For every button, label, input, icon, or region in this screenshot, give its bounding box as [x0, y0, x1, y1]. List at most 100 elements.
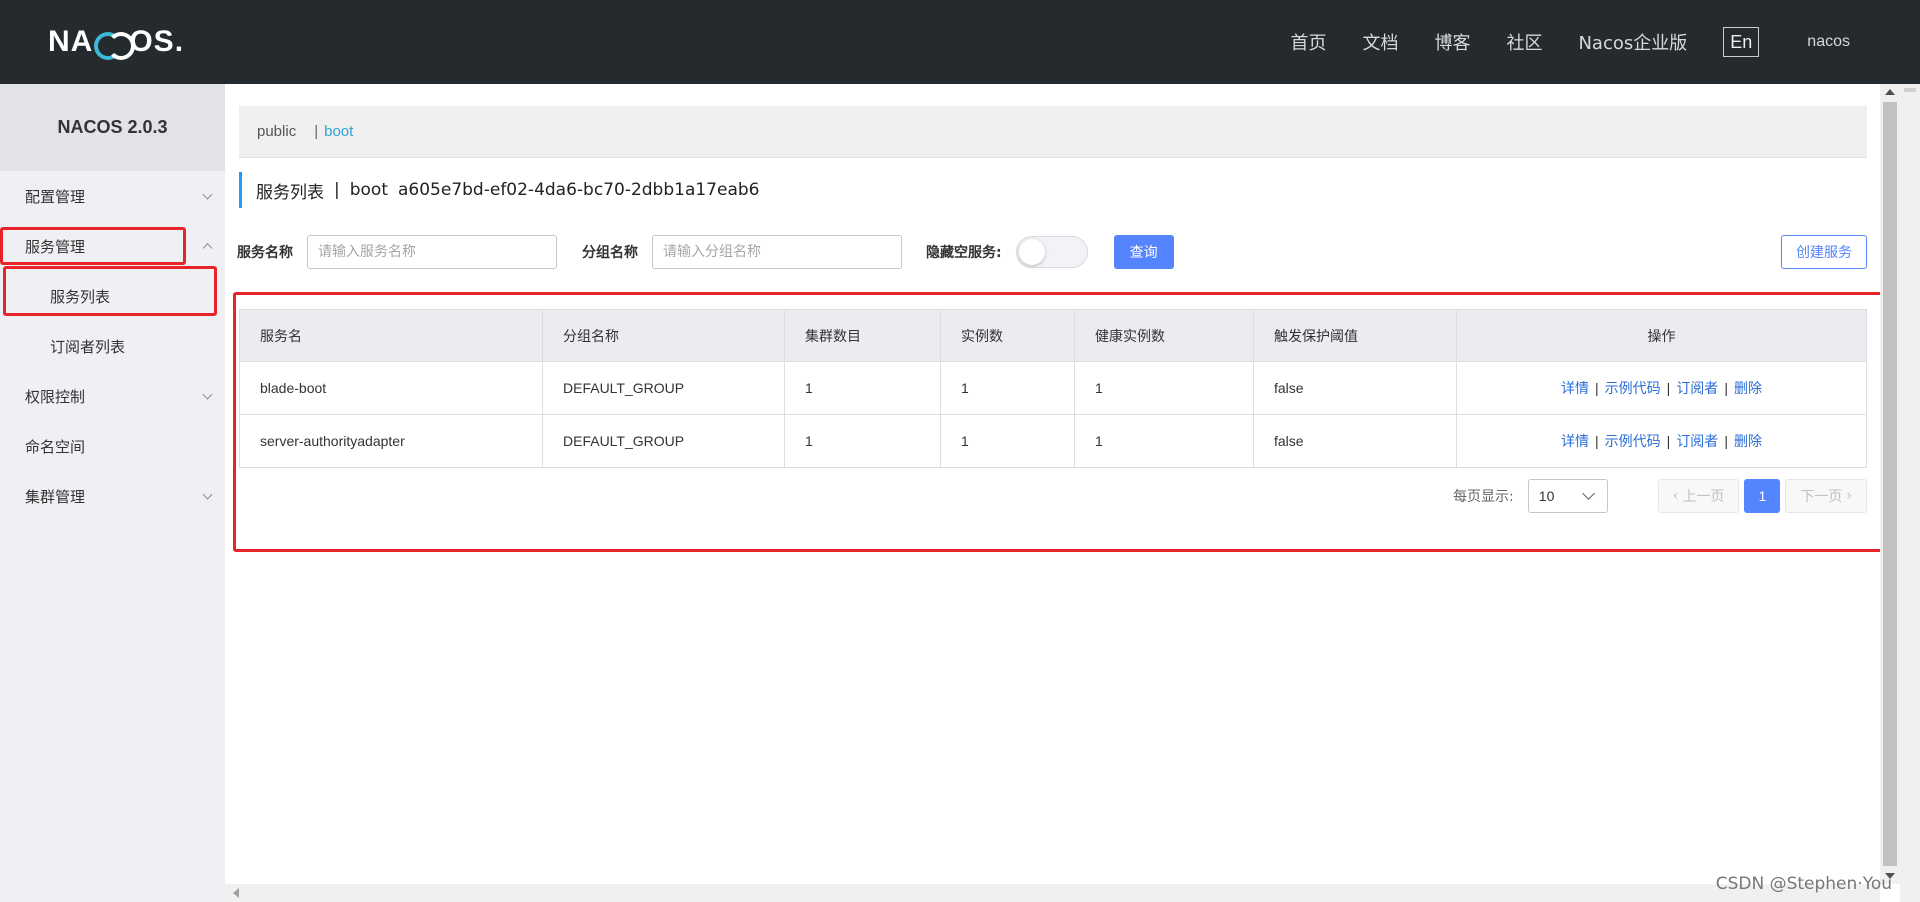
- cell-healthy-count: 1: [1074, 361, 1254, 415]
- sidebar-item-label: 服务管理: [25, 237, 86, 256]
- chevron-right-icon: ›: [1846, 488, 1852, 504]
- toggle-knob: [1018, 239, 1045, 265]
- service-table: 服务名 分组名称 集群数目 实例数 健康实例数 触发保护阈值 操作 blade-…: [239, 309, 1867, 468]
- namespace-public[interactable]: public: [257, 123, 296, 140]
- op-separator: |: [1666, 433, 1671, 449]
- page-title: 服务列表 | boot a605e7bd-ef02-4da6-bc70-2dbb…: [239, 172, 759, 208]
- hide-empty-label: 隐藏空服务:: [926, 245, 1002, 261]
- sidebar-item-label: 服务列表: [50, 287, 111, 306]
- subscriber-link[interactable]: 订阅者: [1676, 381, 1718, 397]
- col-cluster-count: 集群数目: [784, 309, 941, 362]
- cell-protect-threshold: false: [1253, 361, 1457, 415]
- search-bar: 服务名称 分组名称 隐藏空服务: 查询 创建服务: [237, 234, 1867, 270]
- namespace-name: boot: [349, 180, 388, 200]
- vertical-scrollbar[interactable]: [1880, 84, 1900, 884]
- sidebar: NACOS 2.0.3 配置管理 服务管理 服务列表 订阅者列表 权限控制 命名…: [0, 84, 225, 902]
- table-row: server-authorityadapter DEFAULT_GROUP 1 …: [239, 414, 1867, 468]
- version-title: NACOS 2.0.3: [0, 84, 225, 171]
- op-separator: |: [1595, 380, 1599, 396]
- nav-enterprise[interactable]: Nacos企业版: [1578, 29, 1687, 55]
- outer-scrollbar-thumb[interactable]: [1904, 88, 1916, 92]
- sidebar-item-label: 配置管理: [25, 187, 86, 206]
- watermark: CSDN @Stephen·You: [1715, 874, 1892, 894]
- main-content: public | boot 服务列表 | boot a605e7bd-ef02-…: [225, 84, 1880, 884]
- nav-docs[interactable]: 文档: [1362, 29, 1398, 55]
- outer-scrollbar[interactable]: [1900, 84, 1920, 902]
- service-name-input[interactable]: [307, 235, 557, 269]
- scroll-left-icon[interactable]: [233, 888, 239, 898]
- cell-service-name: server-authorityadapter: [239, 414, 543, 468]
- scroll-up-icon[interactable]: [1885, 89, 1895, 95]
- page-size-label: 每页显示:: [1453, 489, 1514, 505]
- language-switch-button[interactable]: En: [1723, 27, 1760, 57]
- sample-code-link[interactable]: 示例代码: [1605, 434, 1661, 450]
- pagination: 每页显示: 10 ‹ 上一页 1 下一页 ›: [1453, 479, 1867, 513]
- delete-link[interactable]: 删除: [1734, 381, 1762, 397]
- cell-cluster-count: 1: [784, 361, 941, 415]
- sidebar-item-label: 集群管理: [25, 487, 86, 506]
- sidebar-item-auth[interactable]: 权限控制: [0, 371, 225, 421]
- page-title-separator: |: [334, 180, 340, 200]
- chevron-left-icon: ‹: [1672, 488, 1679, 504]
- nacos-logo[interactable]: NA OS.: [48, 25, 184, 60]
- logo-mark-icon: [94, 31, 136, 60]
- op-separator: |: [1724, 380, 1728, 396]
- nav-community[interactable]: 社区: [1506, 29, 1542, 55]
- subscriber-link[interactable]: 订阅者: [1676, 434, 1718, 450]
- user-name[interactable]: nacos: [1807, 33, 1850, 51]
- table-row: blade-boot DEFAULT_GROUP 1 1 1 false 详情 |…: [239, 361, 1867, 415]
- sidebar-item-label: 权限控制: [25, 387, 86, 406]
- sidebar-item-subscribers[interactable]: 订阅者列表: [0, 321, 225, 371]
- cell-service-name: blade-boot: [239, 361, 543, 415]
- col-group-name: 分组名称: [542, 309, 785, 362]
- sidebar-item-namespace[interactable]: 命名空间: [0, 421, 225, 471]
- delete-link[interactable]: 删除: [1734, 434, 1762, 450]
- sidebar-item-service[interactable]: 服务管理: [0, 221, 225, 271]
- top-nav: 首页 文档 博客 社区 Nacos企业版 En nacos: [1290, 0, 1920, 84]
- cell-operations: 详情 | 示例代码 | 订阅者 | 删除: [1456, 361, 1867, 415]
- cell-instance-count: 1: [940, 361, 1075, 415]
- op-separator: |: [1666, 380, 1671, 396]
- chevron-down-icon: [202, 489, 213, 500]
- namespace-breadcrumb: public | boot: [239, 106, 1867, 158]
- group-name-input[interactable]: [652, 235, 902, 269]
- col-operations: 操作: [1456, 309, 1867, 362]
- sample-code-link[interactable]: 示例代码: [1605, 381, 1661, 397]
- create-service-button[interactable]: 创建服务: [1781, 235, 1867, 269]
- cell-instance-count: 1: [940, 414, 1075, 468]
- chevron-down-icon: [1581, 487, 1595, 500]
- col-service-name: 服务名: [239, 309, 543, 362]
- breadcrumb-separator: |: [314, 123, 319, 140]
- detail-link[interactable]: 详情: [1561, 381, 1589, 397]
- chevron-down-icon: [202, 389, 213, 400]
- hide-empty-toggle[interactable]: [1015, 236, 1088, 268]
- cell-operations: 详情 | 示例代码 | 订阅者 | 删除: [1456, 414, 1867, 468]
- service-name-label: 服务名称: [237, 245, 293, 261]
- col-protect-threshold: 触发保护阈值: [1253, 309, 1457, 362]
- page-size-select[interactable]: 10: [1527, 479, 1608, 513]
- sidebar-item-label: 订阅者列表: [50, 337, 126, 356]
- sidebar-item-config[interactable]: 配置管理: [0, 171, 225, 221]
- prev-page-button[interactable]: ‹ 上一页: [1657, 479, 1740, 513]
- page-number-current[interactable]: 1: [1744, 479, 1781, 513]
- query-button[interactable]: 查询: [1113, 235, 1174, 269]
- cell-cluster-count: 1: [784, 414, 941, 468]
- col-healthy-count: 健康实例数: [1074, 309, 1254, 362]
- next-page-button[interactable]: 下一页 ›: [1785, 479, 1867, 513]
- next-page-label: 下一页: [1800, 489, 1843, 505]
- prev-page-label: 上一页: [1682, 489, 1725, 505]
- sidebar-item-service-list[interactable]: 服务列表: [0, 271, 225, 321]
- chevron-down-icon: [202, 189, 213, 200]
- cell-group-name: DEFAULT_GROUP: [542, 414, 785, 468]
- horizontal-scrollbar[interactable]: [225, 884, 1880, 902]
- page-title-text: 服务列表: [256, 182, 324, 203]
- cell-group-name: DEFAULT_GROUP: [542, 361, 785, 415]
- nav-blog[interactable]: 博客: [1434, 29, 1470, 55]
- namespace-boot[interactable]: boot: [324, 123, 353, 140]
- detail-link[interactable]: 详情: [1561, 434, 1589, 450]
- scrollbar-thumb[interactable]: [1883, 102, 1897, 866]
- sidebar-item-cluster[interactable]: 集群管理: [0, 471, 225, 521]
- namespace-id: a605e7bd-ef02-4da6-bc70-2dbb1a17eab6: [398, 180, 760, 200]
- nav-home[interactable]: 首页: [1290, 29, 1326, 55]
- page-size-value: 10: [1538, 488, 1555, 504]
